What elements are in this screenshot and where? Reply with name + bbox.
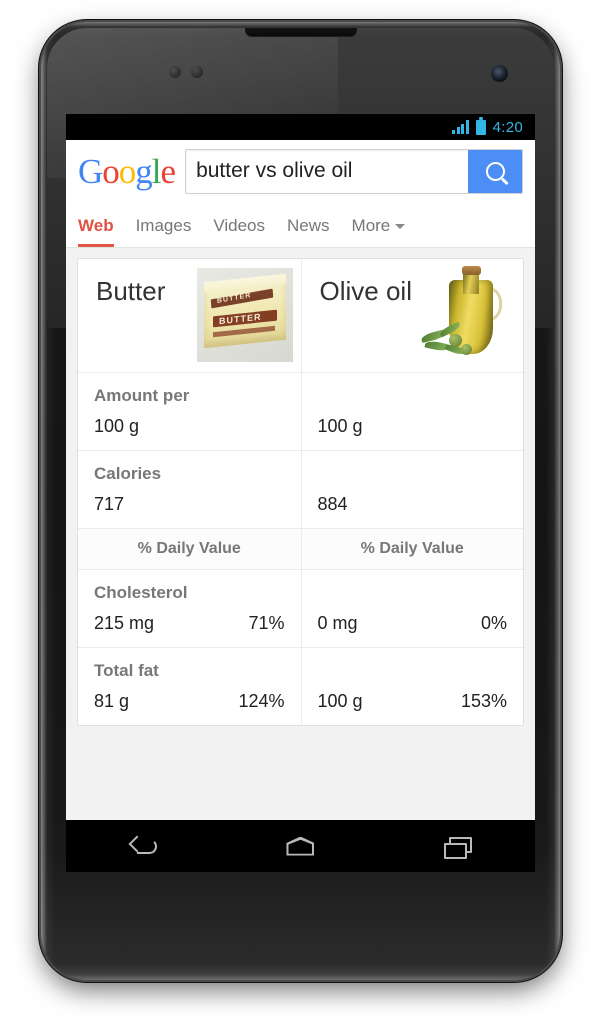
daily-value-label: % Daily Value — [318, 540, 508, 558]
tab-news[interactable]: News — [287, 216, 330, 247]
olive-oil-bottle-image[interactable] — [419, 268, 515, 362]
logo-letter: e — [161, 154, 176, 189]
tab-images-label: Images — [136, 216, 192, 235]
row-value: 717 — [94, 494, 124, 515]
row-label: Calories — [94, 464, 285, 484]
row-value: 215 mg — [94, 613, 154, 634]
logo-letter: o — [119, 154, 136, 189]
table-row: Amount per 100 g 100 g — [78, 373, 523, 451]
row-percent: 71% — [248, 613, 284, 634]
battery-icon — [476, 120, 486, 135]
daily-value-header-olive-oil: % Daily Value — [301, 529, 524, 569]
tab-videos[interactable]: Videos — [213, 216, 265, 247]
daily-value-header-butter: % Daily Value — [78, 529, 301, 569]
comparison-item-olive-oil[interactable]: Olive oil — [301, 259, 524, 372]
tab-more[interactable]: More — [352, 216, 406, 247]
item-name-butter: Butter — [78, 259, 165, 306]
android-nav-bar — [66, 820, 535, 872]
butter-stick-image[interactable]: BUTTER BUTTER — [197, 268, 293, 362]
back-button[interactable] — [109, 826, 179, 866]
logo-letter: o — [102, 154, 119, 189]
recent-apps-icon — [444, 837, 470, 856]
row-label: Total fat — [94, 661, 285, 681]
row-value: 884 — [318, 494, 348, 515]
row-cholesterol-butter: Cholesterol 215 mg 71% — [78, 570, 301, 647]
home-button[interactable] — [265, 826, 335, 866]
row-label: Amount per — [94, 386, 285, 406]
home-icon — [286, 837, 314, 856]
search-tabs: Web Images Videos News More — [66, 202, 535, 248]
status-bar: 4:20 — [66, 114, 535, 140]
chevron-down-icon — [395, 224, 405, 229]
earpiece-speaker — [245, 28, 357, 37]
row-calories-butter: Calories 717 — [78, 451, 301, 528]
row-amount-per-olive-oil: 100 g — [301, 373, 524, 450]
tab-more-label: More — [352, 216, 391, 235]
row-calories-olive-oil: 884 — [301, 451, 524, 528]
table-row: Calories 717 884 — [78, 451, 523, 529]
signal-bars-icon — [452, 120, 469, 134]
row-total-fat-butter: Total fat 81 g 124% — [78, 648, 301, 725]
search-input[interactable] — [186, 150, 468, 193]
back-arrow-icon — [131, 837, 157, 855]
table-row: Cholesterol 215 mg 71% 0 mg 0% — [78, 570, 523, 648]
row-percent: 124% — [238, 691, 284, 712]
tab-videos-label: Videos — [213, 216, 265, 235]
google-logo[interactable]: Google — [78, 154, 175, 189]
tab-images[interactable]: Images — [136, 216, 192, 247]
daily-value-label: % Daily Value — [94, 540, 285, 558]
row-value: 100 g — [318, 691, 363, 712]
recents-button[interactable] — [422, 826, 492, 866]
tab-web[interactable]: Web — [78, 216, 114, 247]
table-row: Total fat 81 g 124% 100 g 153% — [78, 648, 523, 725]
daily-value-header-row: % Daily Value % Daily Value — [78, 529, 523, 570]
logo-letter: l — [152, 154, 161, 189]
search-button[interactable] — [468, 150, 522, 193]
row-cholesterol-olive-oil: 0 mg 0% — [301, 570, 524, 647]
phone-device: 4:20 Google Web Images — [41, 22, 560, 980]
comparison-header-row: Butter BUTTER BUTTER O — [78, 259, 523, 373]
comparison-item-butter[interactable]: Butter BUTTER BUTTER — [78, 259, 301, 372]
row-value: 0 mg — [318, 613, 358, 634]
row-value: 100 g — [318, 416, 363, 437]
tab-web-label: Web — [78, 216, 114, 235]
front-camera-icon — [491, 65, 508, 82]
light-sensor-icon — [191, 66, 203, 78]
comparison-card: Butter BUTTER BUTTER O — [77, 258, 524, 726]
search-header: Google — [66, 140, 535, 202]
logo-letter: g — [135, 154, 152, 189]
status-bar-clock: 4:20 — [493, 119, 523, 136]
browser-page: Google Web Images Videos — [66, 140, 535, 872]
proximity-sensor-icon — [169, 66, 181, 78]
row-percent: 153% — [461, 691, 507, 712]
row-percent: 0% — [481, 613, 507, 634]
search-box[interactable] — [185, 149, 523, 194]
row-label: Cholesterol — [94, 583, 285, 603]
logo-letter: G — [78, 154, 102, 189]
search-icon — [486, 162, 505, 181]
row-amount-per-butter: Amount per 100 g — [78, 373, 301, 450]
tab-news-label: News — [287, 216, 330, 235]
phone-screen: 4:20 Google Web Images — [66, 114, 535, 872]
row-value: 100 g — [94, 416, 139, 437]
row-value: 81 g — [94, 691, 129, 712]
item-name-olive-oil: Olive oil — [302, 259, 412, 306]
row-total-fat-olive-oil: 100 g 153% — [301, 648, 524, 725]
